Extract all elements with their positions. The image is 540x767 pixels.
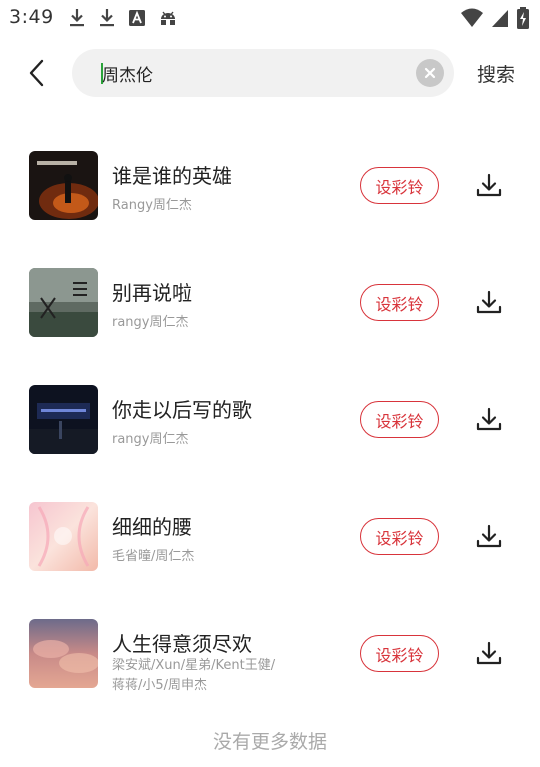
- set-ringtone-button[interactable]: 设彩铃: [360, 635, 439, 672]
- download-icon: [476, 641, 502, 665]
- font-app-icon: [129, 10, 145, 26]
- notification-icons: [68, 7, 178, 29]
- song-artist: Rangy周仁杰: [112, 198, 192, 213]
- download-icon: [476, 524, 502, 548]
- album-cover: [29, 385, 98, 454]
- song-artist: rangy周仁杰: [112, 432, 189, 447]
- status-bar: 3:49: [0, 0, 540, 36]
- search-button[interactable]: 搜索: [477, 60, 515, 87]
- battery-charging-icon: [517, 7, 529, 29]
- album-cover: [29, 268, 98, 337]
- set-ringtone-button[interactable]: 设彩铃: [360, 518, 439, 555]
- back-arrow-icon: [29, 59, 44, 87]
- set-ringtone-button[interactable]: 设彩铃: [360, 401, 439, 438]
- song-list-item[interactable]: 你走以后写的歌 rangy周仁杰 设彩铃: [0, 385, 540, 475]
- song-list-item[interactable]: 别再说啦 rangy周仁杰 设彩铃: [0, 268, 540, 358]
- song-artist: 梁安斌/Xun/星弟/Kent王健/蒋蒋/小5/周申杰: [112, 658, 276, 693]
- download-icon: [100, 9, 114, 27]
- download-icon: [476, 173, 502, 197]
- album-cover: [29, 151, 98, 220]
- song-title: 人生得意须尽欢: [112, 632, 252, 656]
- clear-search-button[interactable]: [416, 59, 444, 87]
- song-title: 别再说啦: [112, 281, 192, 305]
- status-time: 3:49: [9, 6, 54, 28]
- album-cover: [29, 502, 98, 571]
- download-button[interactable]: [472, 170, 506, 202]
- song-list-item[interactable]: 细细的腰 毛省曈/周仁杰 设彩铃: [0, 502, 540, 592]
- album-cover: [29, 619, 98, 688]
- download-icon: [70, 9, 84, 27]
- download-button[interactable]: [472, 638, 506, 670]
- download-icon: [476, 290, 502, 314]
- search-bar-row: 搜索: [0, 48, 540, 98]
- song-list-item[interactable]: 谁是谁的英雄 Rangy周仁杰 设彩铃: [0, 151, 540, 241]
- cellular-signal-icon: [492, 10, 508, 27]
- search-input[interactable]: [102, 49, 402, 97]
- set-ringtone-button[interactable]: 设彩铃: [360, 167, 439, 204]
- wifi-icon: [461, 8, 483, 27]
- download-icon: [476, 407, 502, 431]
- song-artist: 毛省曈/周仁杰: [112, 549, 195, 564]
- song-list-item[interactable]: 人生得意须尽欢 梁安斌/Xun/星弟/Kent王健/蒋蒋/小5/周申杰 设彩铃: [0, 619, 540, 709]
- song-title: 谁是谁的英雄: [112, 164, 232, 188]
- set-ringtone-button[interactable]: 设彩铃: [360, 284, 439, 321]
- song-title: 细细的腰: [112, 515, 192, 539]
- song-title: 你走以后写的歌: [112, 398, 252, 422]
- download-button[interactable]: [472, 287, 506, 319]
- android-icon: [161, 11, 175, 25]
- close-icon: [424, 67, 436, 79]
- download-button[interactable]: [472, 404, 506, 436]
- song-artist: rangy周仁杰: [112, 315, 189, 330]
- no-more-data-text: 没有更多数据: [212, 731, 327, 753]
- back-button[interactable]: [20, 56, 54, 90]
- download-button[interactable]: [472, 521, 506, 553]
- search-box[interactable]: [72, 49, 454, 97]
- system-icons: [460, 6, 530, 30]
